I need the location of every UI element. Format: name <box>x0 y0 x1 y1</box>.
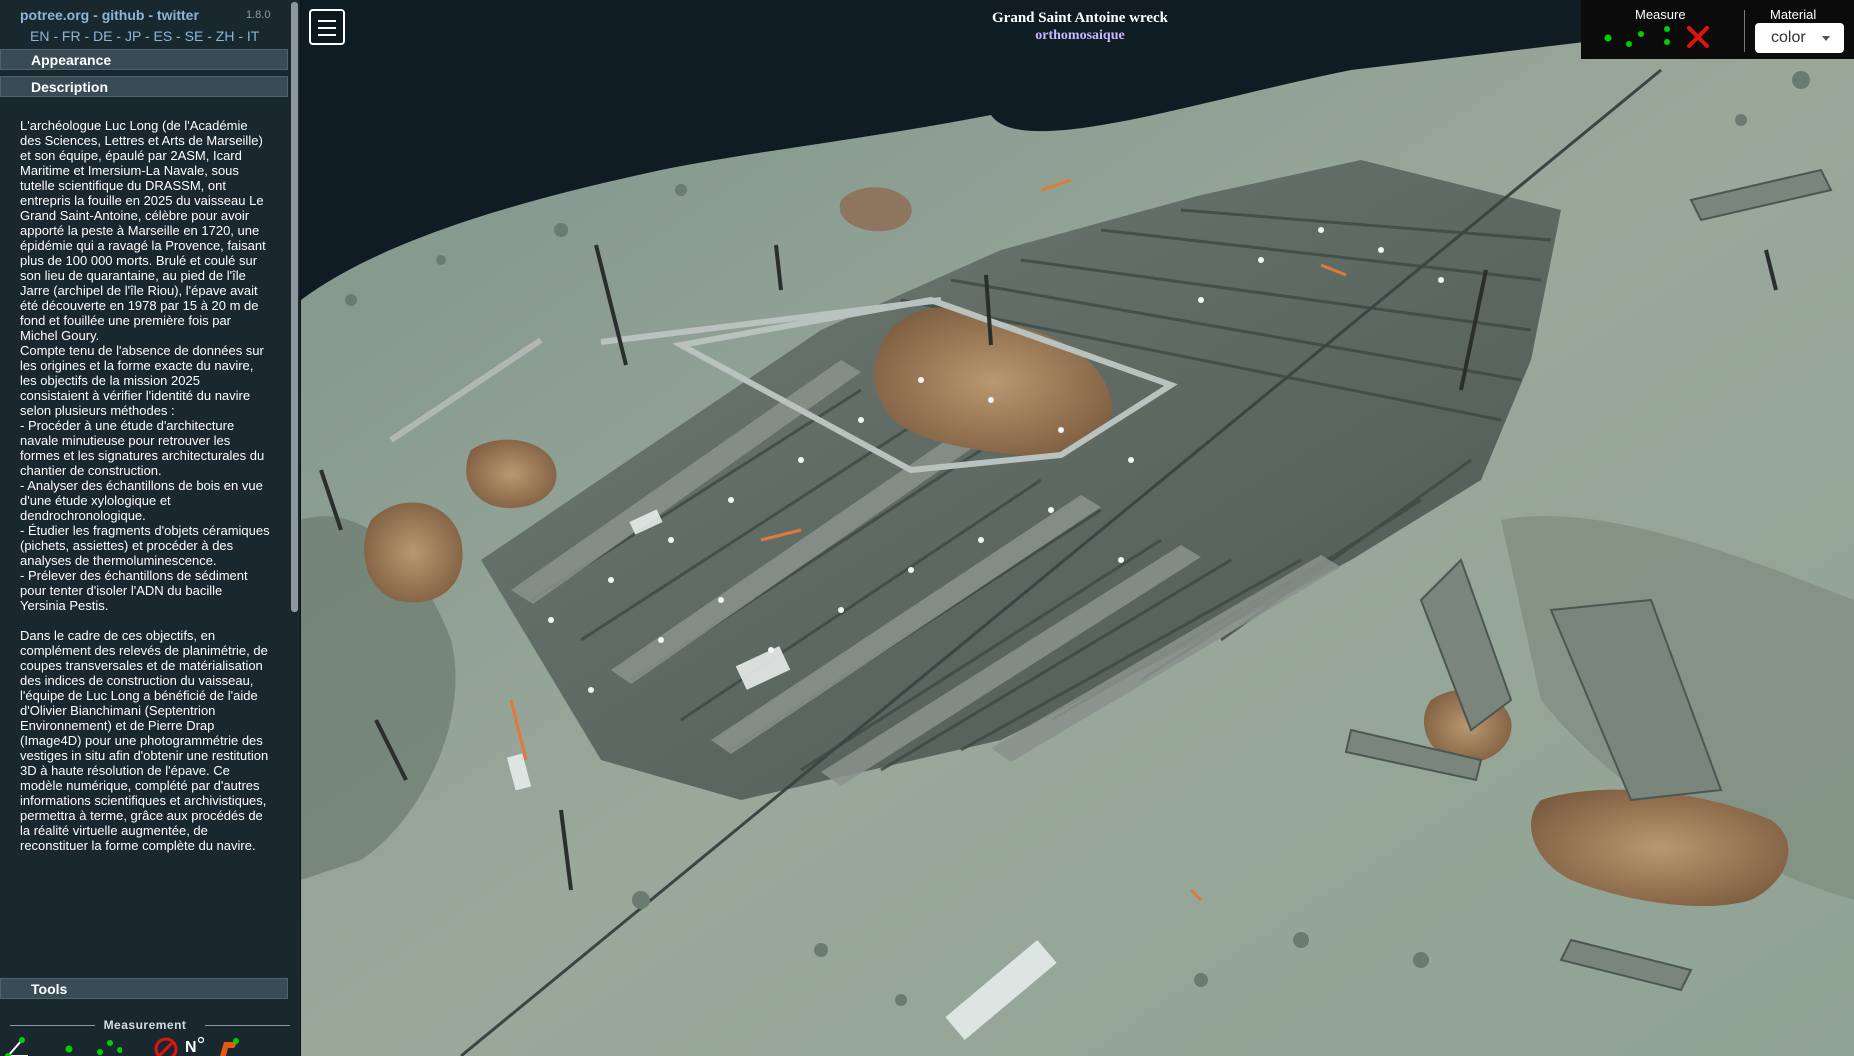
material-label: Material <box>1770 7 1817 22</box>
github-link[interactable]: github <box>102 7 145 23</box>
measurement-toolbar: N <box>4 1036 294 1056</box>
language-es[interactable]: ES <box>153 28 172 44</box>
measurement-title: Measurement <box>0 1018 290 1032</box>
point-cloud-viewer[interactable] <box>301 0 1854 1056</box>
distance-measure-icon[interactable] <box>1621 20 1651 50</box>
language-separator: - <box>141 28 154 44</box>
header-links: potree.org - github - twitter <box>20 7 199 23</box>
svg-text:N: N <box>185 1039 197 1056</box>
tools-section-header[interactable]: Tools <box>0 978 288 999</box>
scene-subtitle: orthomosaique <box>1035 28 1125 43</box>
description-section-header[interactable]: Description <box>0 76 288 97</box>
angle-icon[interactable] <box>4 1036 30 1056</box>
link-separator: - <box>144 7 157 23</box>
description-text: L'archéologue Luc Long (de l'Académie de… <box>20 118 270 853</box>
language-fr[interactable]: FR <box>62 28 81 44</box>
measure-material-toolbar: Measure Material color <box>1581 0 1854 59</box>
language-selector: EN - FR - DE - JP - ES - SE - ZH - IT <box>30 28 259 44</box>
chevron-down-icon <box>1822 36 1830 41</box>
scene-title: Grand Saint Antoine wreck <box>992 10 1168 26</box>
language-de[interactable]: DE <box>93 28 112 44</box>
language-se[interactable]: SE <box>185 28 204 44</box>
hamburger-icon[interactable] <box>309 9 345 45</box>
language-separator: - <box>49 28 62 44</box>
language-separator: - <box>203 28 216 44</box>
language-separator: - <box>112 28 125 44</box>
language-en[interactable]: EN <box>30 28 49 44</box>
language-zh[interactable]: ZH <box>216 28 235 44</box>
appearance-section-header[interactable]: Appearance <box>0 49 288 70</box>
north-arrow-icon[interactable]: N <box>182 1036 208 1056</box>
sidebar: potree.org - github - twitter 1.8.0 EN -… <box>0 0 301 1056</box>
language-separator: - <box>234 28 247 44</box>
potree-link[interactable]: potree.org <box>20 7 89 23</box>
annotation-icon[interactable] <box>214 1036 242 1056</box>
toolbar-divider <box>1744 10 1745 52</box>
language-it[interactable]: IT <box>247 28 259 44</box>
material-select-value: color <box>1771 29 1806 46</box>
twitter-link[interactable]: twitter <box>157 7 199 23</box>
language-separator: - <box>80 28 94 44</box>
remove-measurements-icon[interactable] <box>152 1036 180 1056</box>
distance-icon[interactable] <box>96 1036 122 1056</box>
point-measure-icon[interactable] <box>1593 20 1623 50</box>
point-cloud-render[interactable] <box>301 0 1854 1056</box>
sidebar-scrollbar[interactable] <box>291 2 298 612</box>
point-icon[interactable] <box>62 1036 76 1056</box>
viewer-title: Grand Saint Antoine wreck orthomosaique <box>880 10 1280 44</box>
clear-measurements-icon[interactable] <box>1683 20 1713 50</box>
language-separator: - <box>172 28 185 44</box>
link-separator: - <box>89 7 102 23</box>
material-select[interactable]: color <box>1755 23 1844 53</box>
area-measure-icon[interactable] <box>1653 20 1683 50</box>
version-label: 1.8.0 <box>246 9 271 21</box>
language-jp[interactable]: JP <box>125 28 141 44</box>
